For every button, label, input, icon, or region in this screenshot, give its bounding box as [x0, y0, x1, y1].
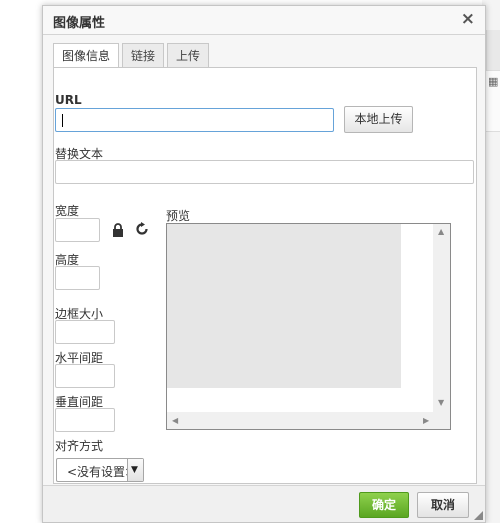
dialog-titlebar[interactable]: 图像属性 × — [43, 6, 485, 35]
cancel-label: 取消 — [430, 498, 455, 512]
text-caret — [62, 114, 63, 127]
preview-box: ▲ ▼ ◀ ▶ — [166, 223, 451, 430]
local-upload-button[interactable]: 本地上传 — [344, 106, 413, 133]
cancel-button[interactable]: 取消 — [417, 492, 469, 518]
tab-link[interactable]: 链接 — [122, 43, 164, 67]
align-select[interactable]: <没有设置> ▼ — [56, 458, 144, 482]
image-properties-dialog: 图像属性 × 图像信息 链接 上传 URL 本地上传 替换文本 宽度 高度 边框… — [42, 5, 486, 523]
preview-label: 预览 — [166, 209, 191, 223]
dialog-footer: 确定 取消 — [43, 485, 485, 522]
image-info-panel: URL 本地上传 替换文本 宽度 高度 边框大小 水平间距 垂直间距 对齐方式 … — [53, 67, 477, 484]
tab-label: 图像信息 — [61, 49, 110, 63]
width-input[interactable] — [55, 218, 100, 242]
height-input[interactable] — [55, 266, 100, 290]
vspace-input[interactable] — [55, 408, 115, 432]
close-icon[interactable]: × — [461, 9, 475, 29]
background-panel — [486, 30, 500, 70]
resize-grip-icon[interactable] — [474, 511, 483, 520]
scrollbar-corner — [433, 412, 450, 429]
url-label: URL — [55, 93, 82, 107]
tab-image-info[interactable]: 图像信息 — [53, 43, 119, 68]
ok-label: 确定 — [371, 498, 396, 512]
border-size-input[interactable] — [55, 320, 115, 344]
local-upload-label: 本地上传 — [354, 112, 403, 126]
alt-text-input[interactable] — [55, 160, 474, 184]
preview-image-placeholder — [167, 224, 401, 388]
url-input[interactable] — [55, 108, 334, 132]
scroll-left-icon[interactable]: ◀ — [172, 416, 178, 425]
dropdown-button[interactable]: ▼ — [127, 459, 143, 481]
tab-label: 上传 — [175, 49, 200, 63]
scroll-up-icon[interactable]: ▲ — [438, 227, 444, 236]
vertical-scrollbar[interactable]: ▲ ▼ — [433, 224, 450, 414]
tab-upload[interactable]: 上传 — [167, 43, 209, 67]
dialog-title: 图像属性 — [53, 16, 106, 31]
hspace-input[interactable] — [55, 364, 115, 388]
chevron-down-icon: ▼ — [131, 465, 138, 475]
ok-button[interactable]: 确定 — [359, 492, 409, 518]
align-selected-value: <没有设置> — [67, 465, 127, 479]
scroll-right-icon[interactable]: ▶ — [423, 416, 429, 425]
width-label: 宽度 — [55, 204, 80, 218]
tab-label: 链接 — [130, 49, 155, 63]
lock-icon[interactable] — [112, 223, 124, 241]
table-icon: ▦ — [488, 75, 499, 88]
scroll-down-icon[interactable]: ▼ — [438, 398, 444, 407]
reset-icon[interactable] — [135, 222, 149, 240]
horizontal-scrollbar[interactable]: ◀ ▶ — [167, 412, 439, 429]
align-label: 对齐方式 — [55, 439, 104, 453]
